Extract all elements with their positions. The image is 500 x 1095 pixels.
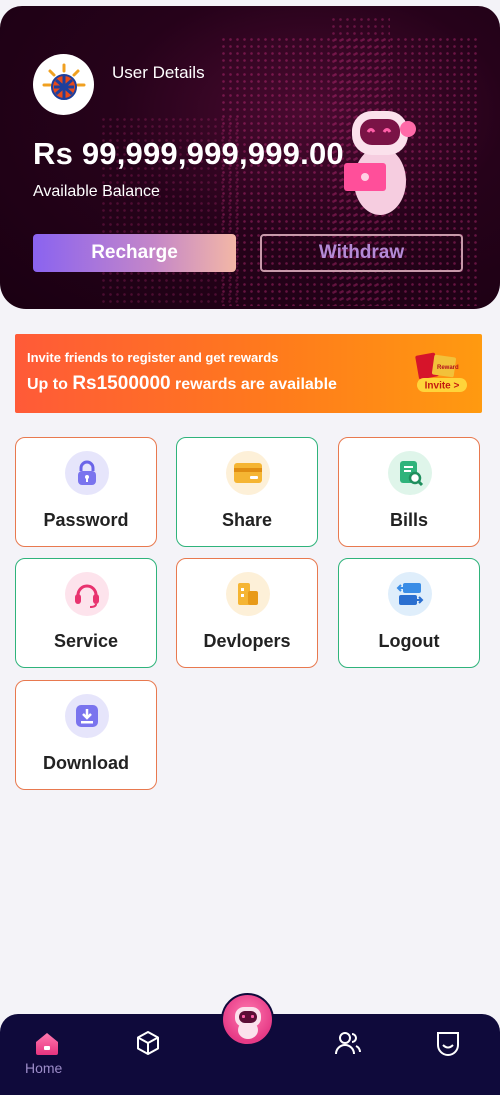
users-icon [335, 1032, 361, 1055]
avatar[interactable] [33, 54, 94, 115]
building-icon [226, 572, 270, 616]
cube-icon [137, 1031, 159, 1055]
home-icon [36, 1033, 58, 1055]
tile-label: Devlopers [203, 631, 291, 651]
tile-label: Logout [378, 631, 440, 651]
download-icon [65, 694, 109, 738]
lock-icon [65, 451, 109, 495]
nav-products[interactable] [133, 1028, 163, 1058]
user-details-link[interactable]: User Details [112, 63, 205, 83]
nav-home[interactable] [32, 1028, 62, 1058]
logo-icon [42, 63, 85, 100]
nav-team[interactable] [333, 1028, 363, 1058]
invite-badge: Invite > [425, 381, 460, 392]
robot-mascot-icon [344, 111, 416, 215]
invite-line-1: Invite friends to register and get rewar… [27, 350, 279, 365]
tile-share[interactable]: Share [176, 437, 318, 547]
invite-suffix: rewards are available [170, 376, 337, 393]
swap-icon [388, 572, 432, 616]
invite-prefix: Up to [27, 376, 73, 393]
envelope-text: Reward [437, 365, 459, 371]
recharge-button[interactable]: Recharge [33, 234, 236, 272]
tile-label: Share [221, 510, 273, 530]
invite-banner[interactable]: Invite friends to register and get rewar… [15, 334, 482, 413]
robot-icon [234, 1006, 261, 1039]
nav-profile[interactable] [433, 1028, 463, 1058]
tile-label: Download [43, 753, 129, 773]
nav-center-robot[interactable] [221, 993, 274, 1046]
tile-label: Service [53, 631, 119, 651]
tile-label: Bills [389, 510, 428, 530]
withdraw-button[interactable]: Withdraw [260, 234, 463, 272]
tile-logout[interactable]: Logout [338, 558, 480, 668]
headset-icon [65, 572, 109, 616]
tile-label: Password [43, 510, 129, 530]
invite-line-2: Up to Rs1500000 rewards are available [27, 373, 337, 395]
balance-label: Available Balance [33, 183, 160, 200]
bill-search-icon [388, 451, 432, 495]
balance-amount: Rs 99,999,999,999.00 [33, 136, 344, 171]
card-icon [226, 451, 270, 495]
tile-password[interactable]: Password [15, 437, 157, 547]
invite-amount: Rs1500000 [72, 373, 171, 394]
smile-icon [437, 1032, 459, 1056]
tile-download[interactable]: Download [15, 680, 157, 790]
nav-home-label[interactable]: Home [25, 1060, 62, 1076]
balance-header-card: User Details Rs 99,999,999,999.00 Availa… [0, 6, 500, 309]
invite-gift-icon[interactable]: Reward Invite > [415, 352, 470, 394]
tile-service[interactable]: Service [15, 558, 157, 668]
tile-bills[interactable]: Bills [338, 437, 480, 547]
tile-devlopers[interactable]: Devlopers [176, 558, 318, 668]
